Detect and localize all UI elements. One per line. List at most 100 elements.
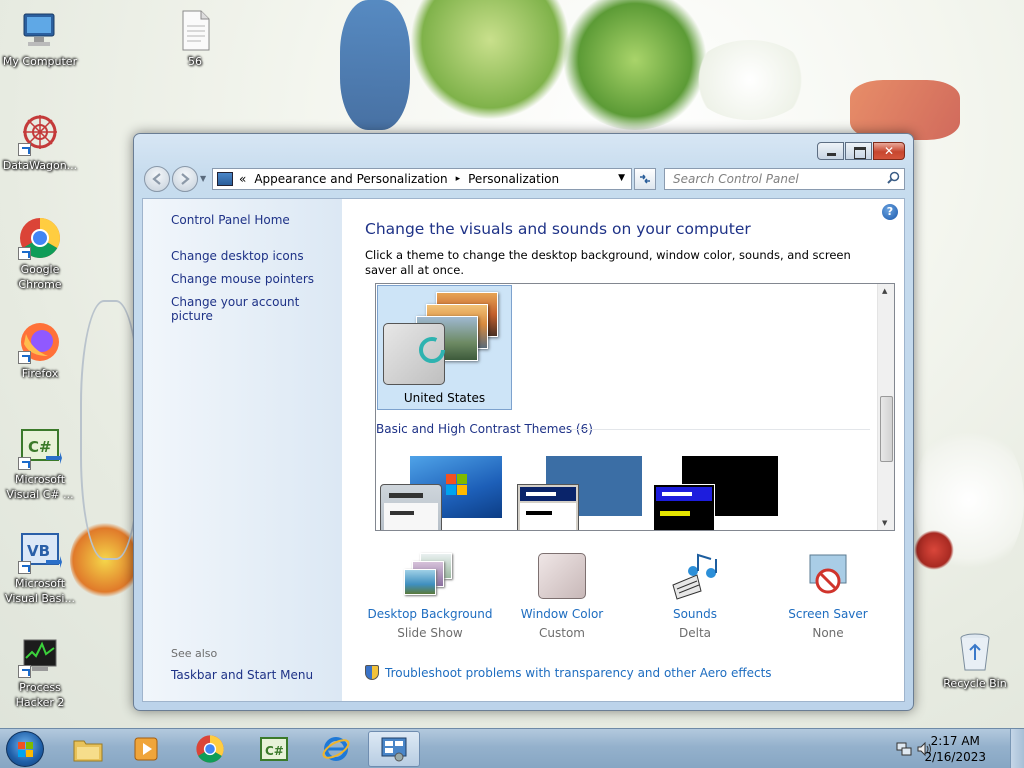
start-button[interactable] bbox=[6, 731, 44, 767]
desktop-icon-recycle-bin[interactable]: Recycle Bin bbox=[935, 630, 1015, 691]
chrome-icon bbox=[18, 216, 62, 260]
shortcut-arrow-icon bbox=[18, 351, 31, 364]
desktop-icon-label: 56 bbox=[188, 55, 202, 68]
content-area: Control Panel Home Change desktop icons … bbox=[142, 198, 905, 702]
breadcrumb-chevron[interactable]: « bbox=[239, 172, 246, 186]
window-color-setting[interactable]: Window Color Custom bbox=[497, 551, 627, 640]
shortcut-arrow-icon bbox=[18, 665, 31, 678]
taskbar-media-player[interactable] bbox=[120, 731, 172, 767]
search-placeholder: Search Control Panel bbox=[673, 172, 799, 186]
refresh-button[interactable] bbox=[634, 168, 656, 190]
desktop-background-setting[interactable]: Desktop Background Slide Show bbox=[365, 551, 495, 640]
taskbar-file-explorer[interactable] bbox=[62, 731, 114, 767]
desktop-icon-process-hacker[interactable]: Process Hacker 2 bbox=[0, 634, 80, 710]
page-description: Click a theme to change the desktop back… bbox=[365, 248, 851, 277]
firefox-icon bbox=[18, 320, 62, 364]
taskbar-control-panel[interactable] bbox=[368, 731, 420, 767]
shortcut-arrow-icon bbox=[18, 143, 31, 156]
desktop-icon-label: Firefox bbox=[21, 367, 59, 380]
clock-time: 2:17 AM bbox=[930, 734, 980, 748]
wallpaper-art bbox=[340, 0, 410, 130]
desktop-icon-datawagon[interactable]: DataWagon... bbox=[0, 112, 80, 173]
refresh-icon bbox=[640, 174, 650, 184]
wallpaper-art bbox=[850, 80, 960, 140]
scrollbar-thumb[interactable] bbox=[880, 396, 893, 462]
media-player-icon bbox=[134, 737, 158, 761]
window-color-value: Custom bbox=[539, 626, 585, 640]
theme-label: United States bbox=[403, 391, 486, 405]
svg-text:C#: C# bbox=[265, 744, 284, 758]
desktop-icon-my-computer[interactable]: My Computer bbox=[0, 8, 80, 69]
close-button[interactable]: ✕ bbox=[873, 142, 905, 160]
sounds-value: Delta bbox=[678, 626, 711, 640]
search-icon[interactable] bbox=[887, 171, 900, 184]
control-panel-icon bbox=[381, 737, 407, 762]
basic-themes-header: Basic and High Contrast Themes (6) bbox=[376, 422, 593, 436]
taskbar-chrome[interactable] bbox=[184, 731, 236, 767]
screen-saver-link[interactable]: Screen Saver bbox=[763, 607, 893, 621]
screen-saver-icon bbox=[800, 551, 856, 601]
change-desktop-icons-link[interactable]: Change desktop icons bbox=[171, 249, 304, 263]
desktop-icon-file-56[interactable]: 56 bbox=[155, 8, 235, 69]
windows-logo-icon bbox=[446, 474, 468, 496]
taskbar-internet-explorer[interactable] bbox=[310, 731, 362, 767]
datawagon-icon bbox=[18, 112, 62, 156]
sounds-icon bbox=[667, 551, 723, 601]
desktop-background-link[interactable]: Desktop Background bbox=[365, 607, 495, 621]
visual-csharp-icon: C# bbox=[18, 426, 62, 470]
visual-csharp-icon: C# bbox=[260, 737, 288, 761]
desktop: My Computer DataWagon... Google Chrome F… bbox=[0, 0, 1024, 728]
see-also-label: See also bbox=[171, 647, 218, 660]
breadcrumb-personalization[interactable]: Personalization bbox=[468, 172, 559, 186]
forward-button[interactable] bbox=[172, 166, 198, 192]
network-icon[interactable] bbox=[896, 741, 912, 757]
sounds-setting[interactable]: Sounds Delta bbox=[630, 551, 760, 640]
troubleshoot-aero-link[interactable]: Troubleshoot problems with transparency … bbox=[365, 665, 772, 680]
desktop-icon-label: DataWagon... bbox=[2, 159, 78, 172]
shortcut-arrow-icon bbox=[18, 561, 31, 574]
theme-window-sample bbox=[653, 484, 715, 530]
back-button[interactable] bbox=[144, 166, 170, 192]
wallpaper-art bbox=[410, 0, 570, 120]
taskbar-start-menu-link[interactable]: Taskbar and Start Menu bbox=[171, 668, 313, 682]
scroll-up-icon[interactable]: ▲ bbox=[882, 287, 887, 295]
control-panel-home-link[interactable]: Control Panel Home bbox=[171, 213, 290, 227]
desktop-icon-google-chrome[interactable]: Google Chrome bbox=[0, 216, 80, 292]
recycle-bin-icon bbox=[953, 630, 997, 674]
left-pane: Control Panel Home Change desktop icons … bbox=[143, 199, 342, 701]
show-desktop-button[interactable] bbox=[1010, 729, 1024, 768]
address-dropdown-icon[interactable]: ▼ bbox=[618, 173, 625, 183]
clock-date: 2/16/2023 bbox=[924, 750, 986, 764]
change-mouse-pointers-link[interactable]: Change mouse pointers bbox=[171, 272, 314, 286]
troubleshoot-aero-label[interactable]: Troubleshoot problems with transparency … bbox=[385, 666, 772, 680]
window-controls: ✕ bbox=[816, 142, 905, 160]
back-arrow-icon bbox=[152, 173, 161, 185]
taskbar-visual-csharp[interactable]: C# bbox=[248, 731, 300, 767]
visual-basic-icon: VB bbox=[18, 530, 62, 574]
theme-united-states[interactable]: United States bbox=[377, 285, 512, 410]
theme-list-scrollbar[interactable]: ▲ ▼ bbox=[877, 284, 894, 530]
desktop-icon-visual-basic[interactable]: VB Microsoft Visual Basi... bbox=[0, 530, 80, 606]
help-icon[interactable]: ? bbox=[882, 204, 898, 220]
minimize-button[interactable] bbox=[817, 142, 844, 160]
breadcrumb-appearance[interactable]: Appearance and Personalization bbox=[254, 172, 447, 186]
text-file-icon bbox=[173, 8, 217, 52]
screen-saver-setting[interactable]: Screen Saver None bbox=[763, 551, 893, 640]
desktop-icon-label: Microsoft Visual C# ... bbox=[6, 473, 74, 501]
search-input[interactable]: Search Control Panel bbox=[664, 168, 905, 190]
recent-pages-dropdown[interactable]: ▼ bbox=[200, 174, 206, 183]
maximize-button[interactable] bbox=[845, 142, 872, 160]
shortcut-arrow-icon bbox=[18, 457, 31, 470]
desktop-icon-visual-csharp[interactable]: C# Microsoft Visual C# ... bbox=[0, 426, 80, 502]
change-account-picture-link[interactable]: Change your account picture bbox=[171, 295, 342, 323]
breadcrumb-separator-icon[interactable]: ▸ bbox=[456, 174, 461, 184]
system-clock[interactable]: 2:17 AM 2/16/2023 bbox=[924, 733, 986, 765]
sounds-link[interactable]: Sounds bbox=[630, 607, 760, 621]
screen-saver-value: None bbox=[812, 626, 844, 640]
address-bar[interactable]: « Appearance and Personalization ▸ Perso… bbox=[212, 168, 632, 190]
desktop-icon-firefox[interactable]: Firefox bbox=[0, 320, 80, 381]
scroll-down-icon[interactable]: ▼ bbox=[882, 519, 887, 527]
window-color-link[interactable]: Window Color bbox=[497, 607, 627, 621]
chrome-icon bbox=[196, 735, 224, 763]
wallpaper-art bbox=[914, 530, 954, 570]
